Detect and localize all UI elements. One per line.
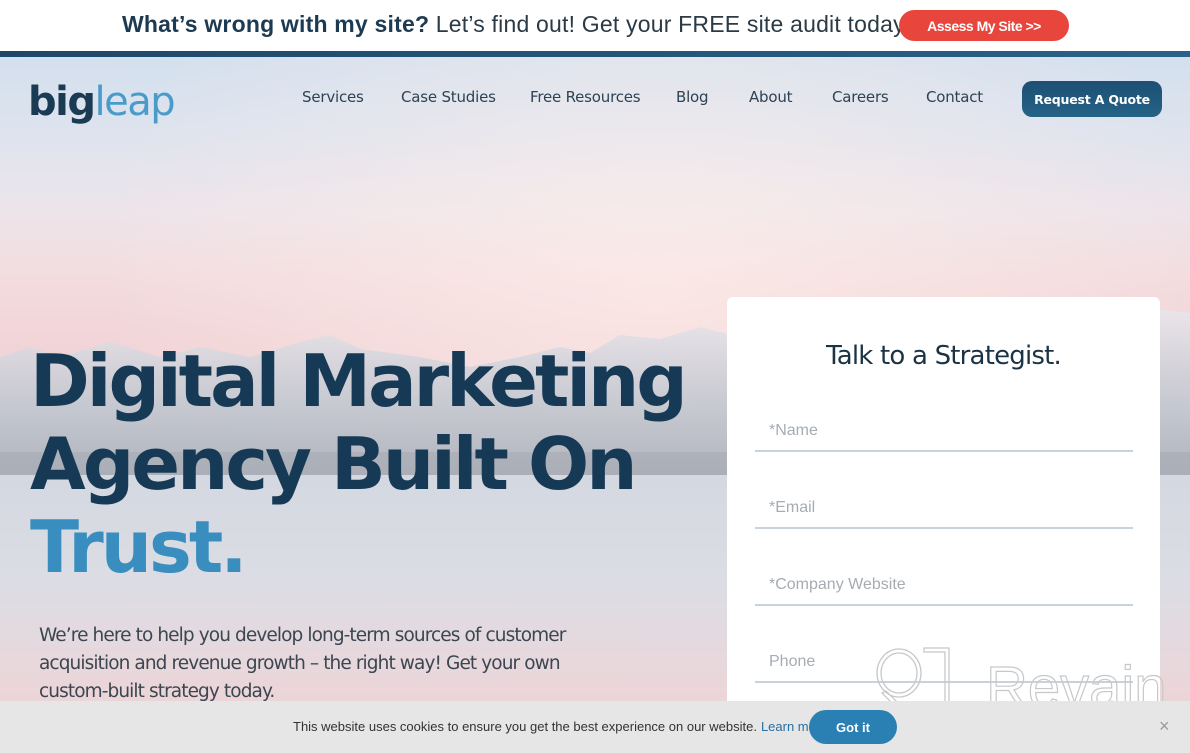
- headline-line-1: Digital Marketing: [30, 339, 688, 423]
- email-field[interactable]: [755, 489, 1133, 529]
- close-icon[interactable]: ×: [1159, 717, 1170, 735]
- nav-about[interactable]: About: [749, 88, 793, 106]
- company-website-input[interactable]: [755, 576, 1133, 594]
- name-field[interactable]: [755, 412, 1133, 452]
- phone-input[interactable]: [755, 653, 1133, 671]
- email-input[interactable]: [755, 499, 1133, 517]
- cookie-message: This website uses cookies to ensure you …: [293, 719, 757, 734]
- nav-free-resources[interactable]: Free Resources: [530, 88, 641, 106]
- company-website-field[interactable]: [755, 566, 1133, 606]
- headline-accent: Trust.: [30, 505, 248, 589]
- promo-question: What’s wrong with my site?: [122, 11, 430, 37]
- promo-message: Let’s find out! Get your FREE site audit…: [429, 11, 912, 37]
- cookie-text: This website uses cookies to ensure you …: [293, 719, 831, 734]
- phone-field[interactable]: [755, 643, 1133, 683]
- name-input[interactable]: [755, 422, 1133, 440]
- headline-line-2: Agency Built On: [30, 422, 637, 506]
- hero-headline: Digital Marketing Agency Built On Trust.: [30, 339, 688, 589]
- nav-contact[interactable]: Contact: [926, 88, 983, 106]
- cookie-banner: This website uses cookies to ensure you …: [0, 701, 1190, 753]
- hero-subtext: We’re here to help you develop long-term…: [39, 625, 566, 702]
- nav-blog[interactable]: Blog: [676, 88, 709, 106]
- nav-case-studies[interactable]: Case Studies: [401, 88, 496, 106]
- form-title: Talk to a Strategist.: [825, 341, 1062, 371]
- nav-careers[interactable]: Careers: [832, 88, 889, 106]
- request-quote-button[interactable]: Request A Quote: [1022, 81, 1162, 117]
- main-nav: Services Case Studies Free Resources Blo…: [0, 88, 1190, 110]
- promo-bar: What’s wrong with my site? Let’s find ou…: [0, 0, 1190, 51]
- got-it-button[interactable]: Got it: [809, 710, 897, 744]
- promo-text: What’s wrong with my site? Let’s find ou…: [122, 11, 911, 38]
- assess-my-site-button[interactable]: Assess My Site >>: [899, 10, 1069, 41]
- nav-services[interactable]: Services: [302, 88, 364, 106]
- strategist-form-card: Talk to a Strategist.: [727, 297, 1160, 753]
